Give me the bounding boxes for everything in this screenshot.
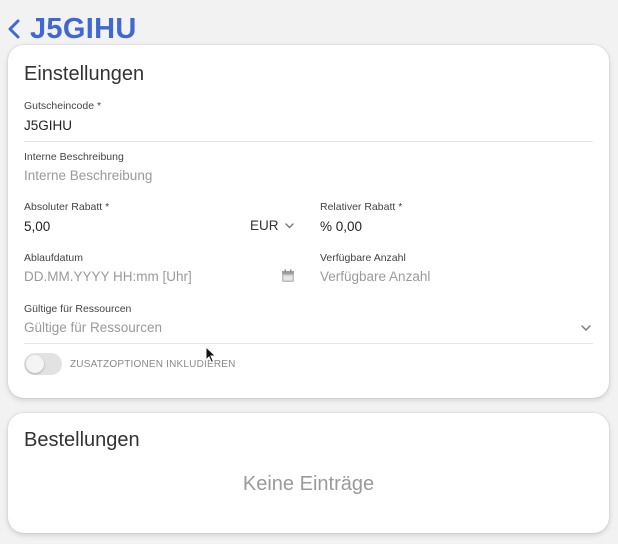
empty-state-text: Keine Einträge — [242, 473, 375, 495]
chevron-left-icon[interactable] — [8, 18, 22, 40]
chevron-down-icon[interactable] — [581, 325, 591, 332]
currency-value: EUR — [250, 218, 279, 233]
valid-resources-select[interactable]: Gültige für Ressourcen — [24, 320, 162, 335]
header: J5GIHU — [8, 10, 137, 48]
page: J5GIHU Einstellungen Gutscheincode * J5G… — [0, 0, 618, 544]
mouse-cursor-icon — [205, 346, 217, 364]
voucher-code-input[interactable]: J5GIHU — [24, 118, 72, 133]
toggle-knob — [26, 355, 44, 373]
settings-card: Einstellungen Gutscheincode * J5GIHU Int… — [8, 45, 609, 398]
divider — [24, 141, 593, 142]
relative-discount-input[interactable]: % 0,00 — [320, 219, 362, 234]
include-extras-toggle[interactable] — [24, 353, 62, 375]
expiry-date-label: Ablaufdatum — [24, 252, 83, 264]
orders-card: Bestellungen Keine Einträge — [8, 413, 609, 533]
internal-description-input[interactable]: Interne Beschreibung — [24, 168, 152, 183]
calendar-icon[interactable] — [281, 269, 295, 283]
absolute-discount-input[interactable]: 5,00 — [24, 219, 50, 234]
settings-title: Einstellungen — [24, 63, 145, 85]
available-count-input[interactable]: Verfügbare Anzahl — [320, 269, 430, 284]
absolute-discount-label: Absoluter Rabatt * — [24, 201, 110, 213]
available-count-label: Verfügbare Anzahl — [320, 252, 406, 264]
orders-title: Bestellungen — [24, 429, 140, 451]
divider — [24, 343, 593, 344]
relative-discount-label: Relativer Rabatt * — [320, 201, 403, 213]
currency-select[interactable]: EUR — [250, 218, 294, 233]
internal-description-label: Interne Beschreibung — [24, 151, 124, 163]
valid-resources-label: Gültige für Ressourcen — [24, 303, 132, 315]
page-title: J5GIHU — [30, 13, 137, 45]
chevron-down-icon — [284, 222, 294, 228]
voucher-code-label: Gutscheincode * — [24, 100, 102, 112]
expiry-date-input[interactable]: DD.MM.YYYY HH:mm [Uhr] — [24, 269, 192, 284]
